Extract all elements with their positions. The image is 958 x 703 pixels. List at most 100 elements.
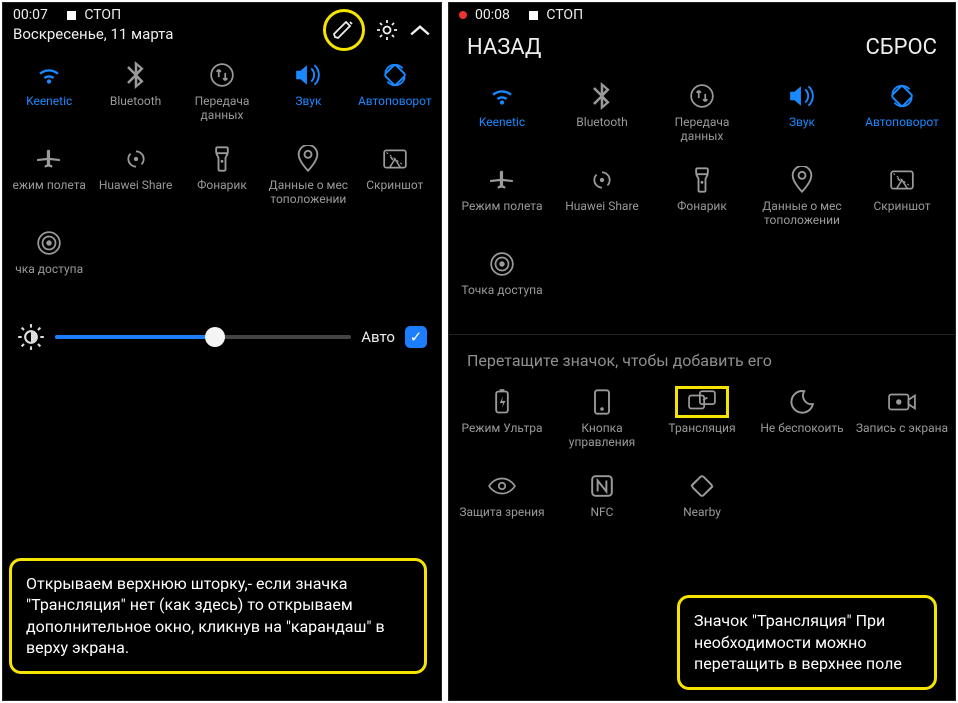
autorotate-icon <box>382 59 408 91</box>
tile-label: чка доступа <box>15 263 83 277</box>
chevron-up-icon[interactable] <box>409 23 431 37</box>
flashlight-icon <box>692 164 712 196</box>
ultra-battery-icon <box>492 386 512 418</box>
tile-hotspot[interactable]: чка доступа <box>7 223 91 303</box>
edit-tiles-highlight <box>323 9 365 51</box>
screen-record-icon <box>888 386 916 418</box>
tile-label: Звук <box>295 95 321 109</box>
tile-data-transfer[interactable]: Передача данных <box>180 55 264 135</box>
tile-wifi[interactable]: Keenetic <box>453 76 551 156</box>
tile-ultra-battery[interactable]: Режим Ультра <box>453 382 551 462</box>
tile-label: Huawei Share <box>99 179 173 193</box>
gear-icon[interactable] <box>375 18 399 42</box>
sound-icon <box>294 59 322 91</box>
tile-nav-button[interactable]: Кнопка управления <box>553 382 651 462</box>
tile-screenshot[interactable]: Скриншот <box>853 160 951 240</box>
tile-flashlight[interactable]: Фонарик <box>653 160 751 240</box>
tile-nearby[interactable]: Nearby <box>653 466 751 546</box>
tile-label: Звук <box>789 116 815 130</box>
tile-flashlight[interactable]: Фонарик <box>180 139 264 219</box>
tile-cast[interactable]: Трансляция <box>653 382 751 462</box>
tile-hotspot[interactable]: Точка доступа <box>453 244 551 324</box>
quick-tiles-right: Keenetic Bluetooth Передача данных Звук Авто… <box>449 70 955 330</box>
tile-airplane[interactable]: ежим полета <box>7 139 91 219</box>
wifi-icon <box>36 59 62 91</box>
hotspot-icon <box>36 227 62 259</box>
tile-label: Скриншот <box>873 200 930 214</box>
tile-screen-record[interactable]: Запись с экрана <box>853 382 951 462</box>
flashlight-icon <box>212 143 232 175</box>
annotation-callout-left: Открываем верхнюю шторку,- если значка "… <box>9 558 427 674</box>
tile-label: Bluetooth <box>110 95 161 109</box>
tile-data-transfer[interactable]: Передача данных <box>653 76 751 156</box>
tile-label: Защита зрения <box>459 506 544 520</box>
tile-label: Nearby <box>683 506 721 520</box>
auto-brightness-checkbox[interactable]: ✓ <box>405 326 427 348</box>
tile-location[interactable]: Данные о мес тоположении <box>753 160 851 240</box>
tile-location[interactable]: Данные о мес тоположении <box>266 139 350 219</box>
status-bar-right: 00:08 СТОП <box>449 3 955 25</box>
tile-screenshot[interactable]: Скриншот <box>353 139 437 219</box>
tile-bluetooth[interactable]: Bluetooth <box>93 55 177 135</box>
airplane-icon <box>489 164 515 196</box>
quick-tiles-left: Keenetic Bluetooth Передача данных Звук Авто… <box>3 49 441 309</box>
brightness-row: Авто ✓ <box>3 309 441 365</box>
airplane-icon <box>36 143 62 175</box>
right-screenshot: 00:08 СТОП НАЗАД СБРОС Keenetic Bluetooth… <box>448 2 956 701</box>
record-indicator-icon <box>459 11 467 19</box>
left-screenshot: 00:07 СТОП Воскресенье, 11 марта Keeneti… <box>2 2 442 701</box>
tile-label: Bluetooth <box>576 116 627 130</box>
autorotate-icon <box>889 80 915 112</box>
tile-label: Кнопка управления <box>555 422 649 450</box>
status-time: 00:07 <box>13 7 48 23</box>
tile-huawei-share[interactable]: Huawei Share <box>553 160 651 240</box>
back-button[interactable]: НАЗАД <box>467 35 541 60</box>
tile-sound[interactable]: Звук <box>266 55 350 135</box>
tile-nfc[interactable]: NFC <box>553 466 651 546</box>
tile-autorotate[interactable]: Автоповорот <box>353 55 437 135</box>
tile-sound[interactable]: Звук <box>753 76 851 156</box>
tile-dnd[interactable]: Не беспокоить <box>753 382 851 462</box>
extra-tiles-right: Режим УльтраКнопка управленияТрансляция Н… <box>449 376 955 552</box>
tile-label: Не беспокоить <box>760 422 843 436</box>
tile-wifi[interactable]: Keenetic <box>7 55 91 135</box>
tile-label: Фонарик <box>197 179 247 193</box>
bluetooth-icon <box>126 59 146 91</box>
hotspot-icon <box>489 248 515 280</box>
location-icon <box>297 143 319 175</box>
tile-autorotate[interactable]: Автоповорот <box>853 76 951 156</box>
tile-label: NFC <box>590 506 613 520</box>
cast-icon <box>675 386 729 418</box>
annotation-callout-right: Значок "Трансляция" При необходимости мо… <box>677 595 937 690</box>
pencil-icon[interactable] <box>332 18 356 42</box>
data-transfer-icon <box>209 59 235 91</box>
callout-text: Значок "Трансляция" При необходимости мо… <box>694 611 902 673</box>
tile-label: Фонарик <box>677 200 727 214</box>
tile-label: Huawei Share <box>565 200 639 214</box>
nfc-icon <box>590 470 614 502</box>
drag-hint: Перетащите значок, чтобы добавить его <box>449 339 955 376</box>
tile-label: Автоповорот <box>865 116 939 130</box>
tile-eye-comfort[interactable]: Защита зрения <box>453 466 551 546</box>
nearby-icon <box>689 470 715 502</box>
huawei-share-icon <box>589 164 615 196</box>
tile-bluetooth[interactable]: Bluetooth <box>553 76 651 156</box>
tile-label: Keenetic <box>479 116 525 130</box>
tile-label: Передача данных <box>182 95 262 123</box>
tile-airplane[interactable]: Режим полета <box>453 160 551 240</box>
callout-text: Открываем верхнюю шторку,- если значка "… <box>26 574 385 658</box>
tile-label: Keenetic <box>26 95 72 109</box>
tile-label: Скриншот <box>366 179 423 193</box>
sound-icon <box>788 80 816 112</box>
tile-label: Данные о мес тоположении <box>268 179 348 207</box>
tile-huawei-share[interactable]: Huawei Share <box>93 139 177 219</box>
reset-button[interactable]: СБРОС <box>865 35 937 60</box>
stop-label: СТОП <box>84 7 121 23</box>
brightness-slider[interactable] <box>55 335 351 339</box>
huawei-share-icon <box>123 143 149 175</box>
nav-button-icon <box>592 386 612 418</box>
wifi-icon <box>489 80 515 112</box>
tile-label: Точка доступа <box>461 284 542 298</box>
top-actions <box>323 9 431 51</box>
stop-indicator-icon <box>529 11 538 20</box>
